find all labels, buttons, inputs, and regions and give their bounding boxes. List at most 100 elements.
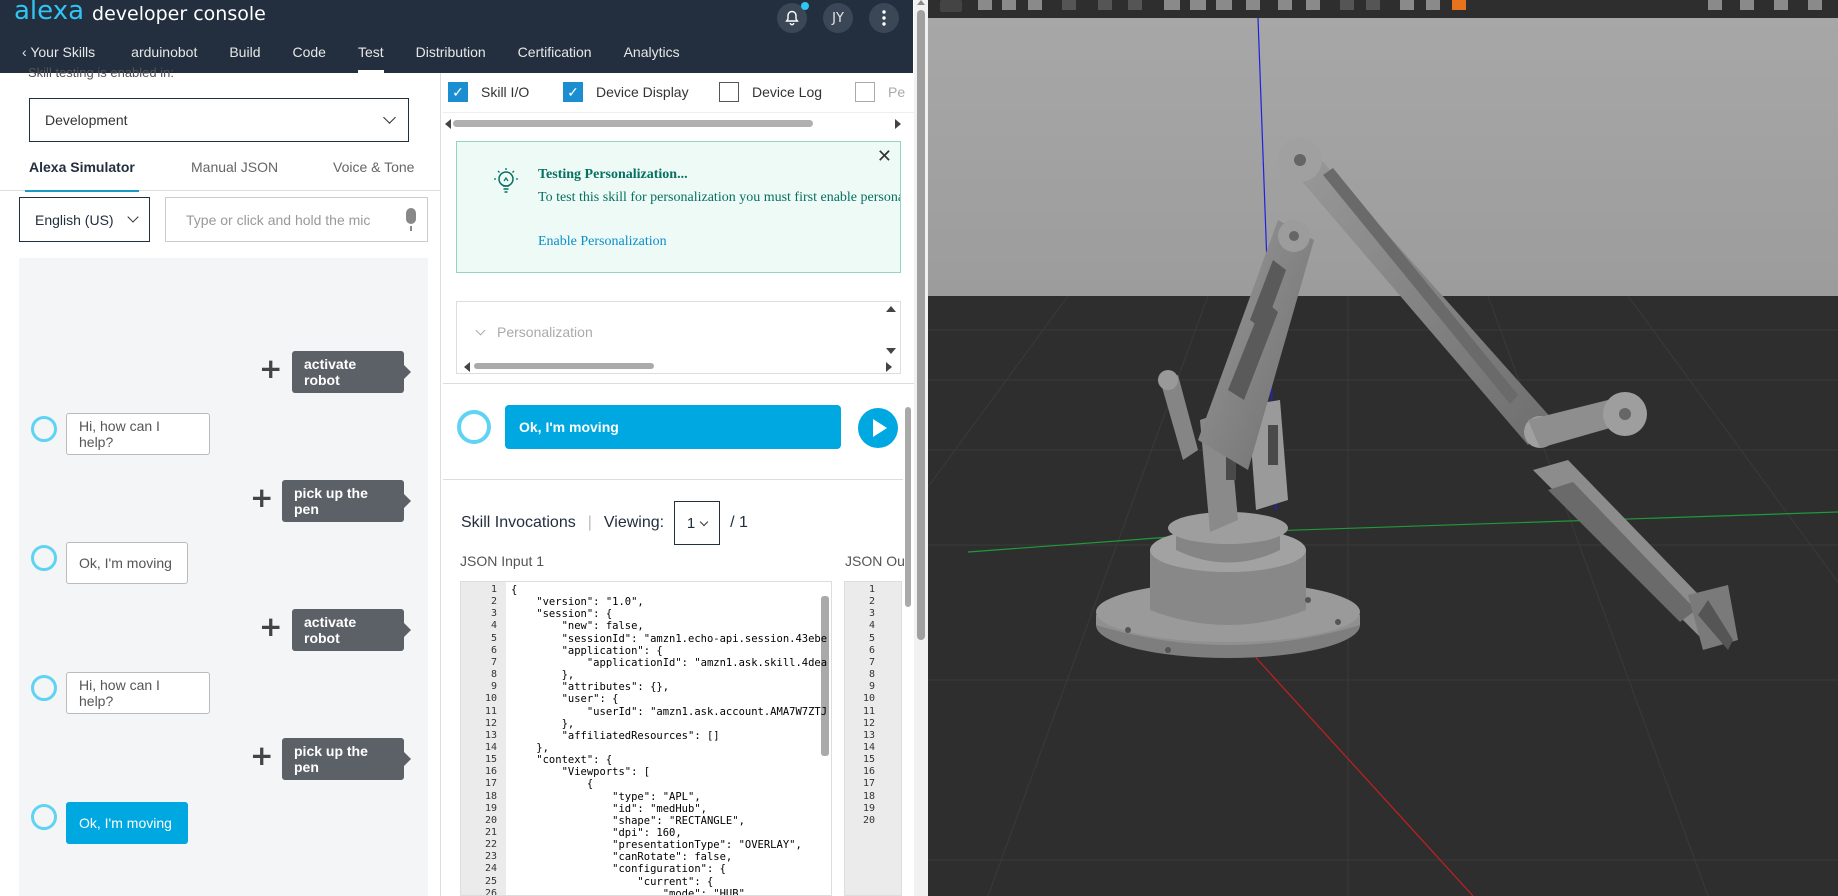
invocations-title: Skill Invocations <box>461 514 576 531</box>
response-bubble: Ok, I'm moving <box>505 405 841 449</box>
invocation-select[interactable]: 1 <box>674 501 721 545</box>
line-number: 6 <box>490 644 497 656</box>
alexa-ring-icon <box>31 804 57 830</box>
line-number: 12 <box>484 717 497 729</box>
language-select[interactable]: English (US) <box>19 197 150 242</box>
scroll-right-arrow-icon[interactable] <box>895 119 901 129</box>
separator: | <box>587 514 592 531</box>
line-number: 3 <box>868 608 875 620</box>
stage-value: Development <box>45 112 128 128</box>
personalization-option[interactable]: Pe <box>855 82 905 102</box>
nav-analytics[interactable]: Analytics <box>608 40 696 73</box>
line-number: 2 <box>490 596 497 608</box>
invocation-total: / 1 <box>730 514 748 531</box>
checkbox-checked-icon[interactable]: ✓ <box>563 82 583 102</box>
alexa-response-selected[interactable]: Ok, I'm moving <box>66 802 188 844</box>
alexa-ring-icon <box>457 410 491 444</box>
checkbox-empty-icon[interactable] <box>719 82 739 102</box>
chevron-down-icon[interactable] <box>475 325 486 336</box>
personalization-notice: Testing Personalization... To test this … <box>456 141 901 273</box>
mic-icon[interactable] <box>406 208 416 231</box>
enable-personalization-link[interactable]: Enable Personalization <box>538 234 667 250</box>
alexa-console-window: alexa developer console JY ‹ Your Skills… <box>0 0 928 896</box>
simulator-tabs: Alexa Simulator Manual JSON Voice & Tone <box>0 155 441 192</box>
code-line: "user": { <box>511 693 619 706</box>
code-line: "id": "medHub", <box>511 802 707 815</box>
line-number: 10 <box>862 693 875 705</box>
notifications-bell-icon[interactable] <box>777 2 809 33</box>
robot-3d-viewport[interactable] <box>928 0 1838 896</box>
plus-icon[interactable]: + <box>259 613 282 641</box>
option-label: Pe <box>888 84 906 100</box>
scroll-right-arrow-icon[interactable] <box>886 362 892 372</box>
scroll-up-arrow-icon[interactable] <box>886 306 896 312</box>
tab-voice-tone[interactable]: Voice & Tone <box>333 155 414 191</box>
line-number: 16 <box>484 766 497 778</box>
testing-enabled-label: Skill testing is enabled in: <box>28 65 174 80</box>
nav-distribution[interactable]: Distribution <box>400 40 502 73</box>
editor-scroll-thumb[interactable] <box>821 596 829 756</box>
code-line: "applicationId": "amzn1.ask.skill.4dea <box>511 656 828 669</box>
json-output-editor[interactable]: 1 2 3 4 5 6 7 8 9 10 11 12 13 14 15 16 17 18 19 20 <box>844 581 902 896</box>
device-log-option[interactable]: Device Log <box>719 82 822 102</box>
device-display-option[interactable]: ✓ Device Display <box>563 82 689 102</box>
line-number: 11 <box>862 705 875 717</box>
line-number: 20 <box>862 814 875 826</box>
line-number: 19 <box>862 802 875 814</box>
checkbox-empty-icon[interactable] <box>855 82 875 102</box>
stage-select[interactable]: Development <box>29 98 409 142</box>
code-line: }, <box>511 741 549 754</box>
utterance-input[interactable]: Type or click and hold the mic <box>165 197 428 242</box>
line-number: 4 <box>868 620 875 632</box>
skill-io-option[interactable]: ✓ Skill I/O <box>448 82 529 102</box>
plus-icon[interactable]: + <box>250 742 273 770</box>
personalization-panel-label[interactable]: Personalization <box>497 324 593 340</box>
chevron-down-icon <box>383 111 396 124</box>
tab-manual-json[interactable]: Manual JSON <box>191 155 278 191</box>
close-icon[interactable]: ✕ <box>877 146 892 167</box>
skill-io-pane: ✓ Skill I/O ✓ Device Display Device Log … <box>443 73 914 896</box>
code-line: { <box>511 778 594 791</box>
line-number: 22 <box>484 839 497 851</box>
line-number: 6 <box>868 644 875 656</box>
options-horizontal-scrollbar[interactable] <box>443 117 903 129</box>
checkbox-checked-icon[interactable]: ✓ <box>448 82 468 102</box>
option-label: Skill I/O <box>481 84 530 100</box>
play-icon[interactable] <box>858 408 898 448</box>
scroll-left-arrow-icon[interactable] <box>445 119 451 129</box>
code-line: "presentationType": "OVERLAY", <box>511 839 802 852</box>
plus-icon[interactable]: + <box>250 484 273 512</box>
line-number: 11 <box>484 705 497 717</box>
line-number: 9 <box>490 681 497 693</box>
alexa-ring-icon <box>31 675 57 701</box>
nav-code[interactable]: Code <box>276 40 341 73</box>
panel-horizontal-scrollbar[interactable] <box>462 362 892 372</box>
line-number: 24 <box>484 863 497 875</box>
alexa-ring-icon <box>31 545 57 571</box>
plus-icon[interactable]: + <box>259 355 282 383</box>
user-avatar[interactable]: JY <box>823 3 853 33</box>
window-vertical-scrollbar[interactable] <box>914 0 928 896</box>
nav-test[interactable]: Test <box>342 40 400 73</box>
line-number: 4 <box>490 620 497 632</box>
more-options-icon[interactable] <box>869 3 899 33</box>
scroll-thumb[interactable] <box>474 363 654 369</box>
scroll-thumb[interactable] <box>917 10 925 640</box>
scroll-thumb[interactable] <box>905 407 911 607</box>
line-number: 2 <box>868 596 875 608</box>
nav-certification[interactable]: Certification <box>502 40 608 73</box>
tab-alexa-simulator[interactable]: Alexa Simulator <box>25 155 139 192</box>
user-utterance: activate robot <box>292 351 411 393</box>
json-input-editor[interactable]: 1 {2 "version": "1.0", 3 "session": {4 "ne… <box>460 581 832 896</box>
scroll-left-arrow-icon[interactable] <box>464 362 470 372</box>
code-line: "Viewports": [ <box>511 766 651 779</box>
scroll-up-arrow-icon[interactable] <box>917 0 925 5</box>
code-line: "canRotate": false, <box>511 851 733 864</box>
line-number: 7 <box>868 656 875 668</box>
line-number: 21 <box>484 827 497 838</box>
middle-vertical-scrollbar[interactable] <box>902 395 914 825</box>
nav-build[interactable]: Build <box>213 40 276 73</box>
scroll-thumb[interactable] <box>453 120 813 127</box>
console-logo[interactable]: alexa developer console <box>14 0 266 26</box>
scroll-down-arrow-icon[interactable] <box>886 348 896 354</box>
